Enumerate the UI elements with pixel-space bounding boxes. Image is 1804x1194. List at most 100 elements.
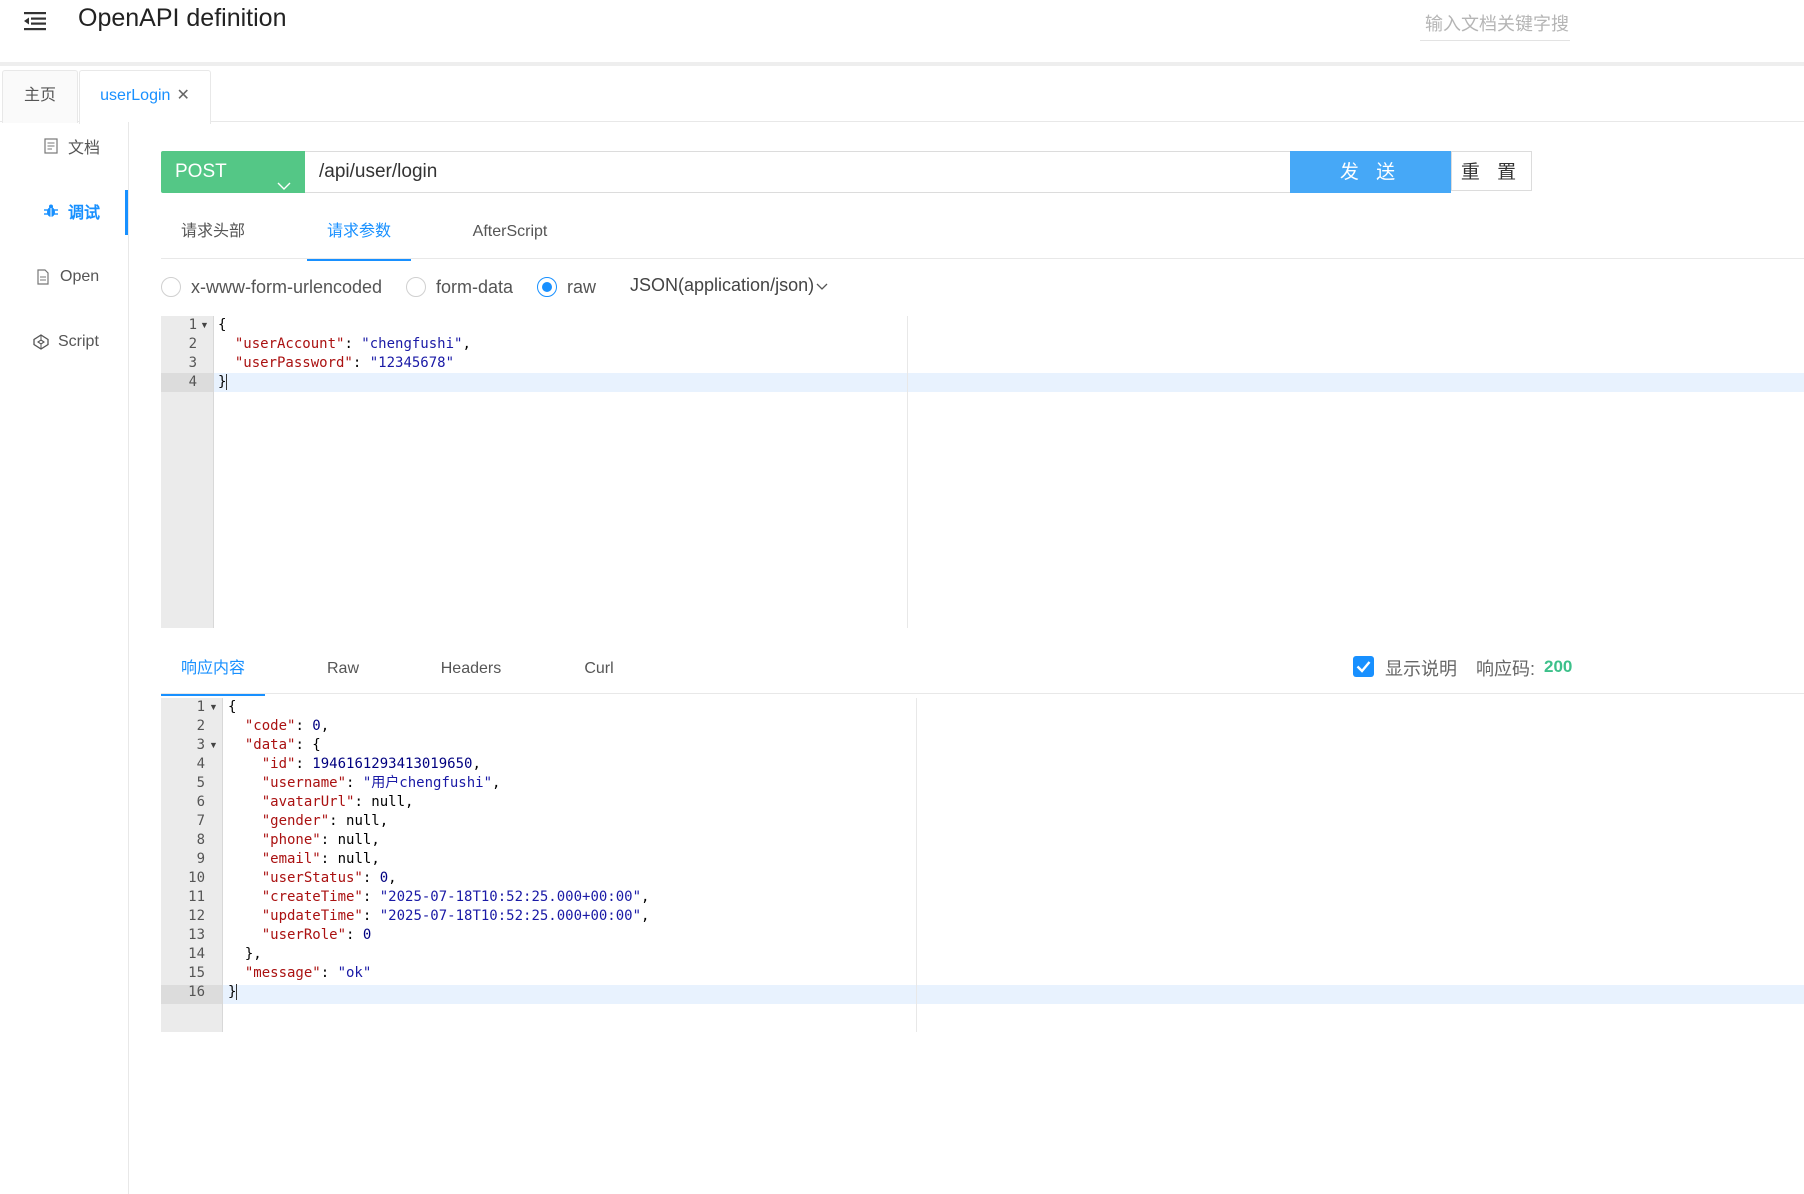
doc-search[interactable] — [1420, 6, 1577, 42]
radio-circle[interactable] — [161, 277, 181, 297]
tabs-divider — [161, 258, 1804, 259]
tab-label: userLogin — [100, 87, 171, 104]
response-body-editor[interactable]: 1 ▼ 2 3 ▼ 4 5 6 7 8 9 10 11 12 13 14 15 … — [161, 698, 1804, 1032]
radio-circle[interactable] — [537, 277, 557, 297]
method-label: POST — [175, 161, 227, 182]
sidebar-item-label: Script — [58, 333, 99, 350]
bug-icon — [42, 202, 60, 220]
search-input[interactable] — [1420, 6, 1577, 42]
line-number: 4 — [196, 756, 205, 772]
line-number: 2 — [196, 718, 205, 734]
code-area[interactable]: { "code": 0, "data": { "id": 19461612934… — [228, 698, 1804, 1032]
code-line: { — [228, 699, 237, 715]
line-number: 9 — [196, 851, 205, 867]
code-line: "gender": null, — [261, 813, 389, 829]
app-title: OpenAPI definition — [78, 4, 287, 32]
line-number: 16 — [188, 984, 205, 1000]
radio-label: raw — [567, 276, 597, 297]
sidebar-item-label: 文档 — [68, 140, 101, 157]
tab-request-params[interactable]: 请求参数 — [307, 218, 411, 261]
fold-arrow-icon[interactable]: ▼ — [200, 320, 209, 330]
send-button[interactable]: 发 送 — [1290, 151, 1451, 193]
sidebar-item-doc[interactable]: 文档 — [0, 126, 170, 166]
code-line: "createTime": "2025-07-18T10:52:25.000+0… — [261, 889, 650, 905]
codepen-icon — [32, 333, 50, 351]
radio-raw[interactable]: raw — [537, 275, 596, 299]
code-line: } — [218, 374, 228, 390]
line-number: 14 — [188, 946, 205, 962]
line-number: 8 — [196, 832, 205, 848]
tabs-divider — [161, 693, 1804, 694]
chevron-down-icon — [277, 165, 291, 207]
chevron-down-icon — [816, 275, 828, 296]
code-line: "userPassword": "12345678" — [234, 355, 455, 371]
line-number: 11 — [188, 889, 205, 905]
code-line: "email": null, — [261, 851, 380, 867]
line-number: 12 — [188, 908, 205, 924]
fold-arrow-icon[interactable]: ▼ — [209, 702, 218, 712]
tab-request-headers[interactable]: 请求头部 — [161, 218, 265, 258]
radio-urlencoded[interactable]: x-www-form-urlencoded — [161, 275, 382, 299]
tab-response-headers[interactable]: Headers — [430, 655, 512, 693]
method-select[interactable]: POST — [161, 151, 305, 193]
check-icon — [1356, 661, 1371, 673]
sidebar-item-debug[interactable]: 调试 — [0, 191, 170, 231]
tab-response-raw[interactable]: Raw — [310, 655, 376, 693]
url-field[interactable] — [305, 151, 1291, 193]
radio-label: form-data — [436, 276, 514, 297]
line-number: 15 — [188, 965, 205, 981]
code-line: "id": 1946161293413019650, — [261, 756, 481, 772]
active-nav-indicator — [125, 190, 128, 235]
line-number: 13 — [188, 927, 205, 943]
code-line: "userAccount": "chengfushi", — [234, 336, 471, 352]
radio-form-data[interactable]: form-data — [406, 275, 513, 299]
close-icon[interactable]: ✕ — [176, 87, 189, 104]
code-line: "message": "ok" — [244, 965, 372, 981]
status-code-label: 响应码: — [1476, 659, 1536, 679]
code-line: "data": { — [244, 737, 321, 753]
code-line: "userRole": 0 — [261, 927, 372, 943]
file-icon — [34, 268, 52, 286]
code-line: "avatarUrl": null, — [261, 794, 414, 810]
menu-fold-icon[interactable] — [22, 8, 48, 34]
line-number: 6 — [196, 794, 205, 810]
code-line: { — [218, 317, 227, 333]
line-number: 10 — [188, 870, 205, 886]
code-line: "phone": null, — [261, 832, 380, 848]
line-number: 3 — [188, 355, 197, 371]
reset-button[interactable]: 重 置 — [1451, 151, 1532, 191]
tab-afterscript[interactable]: AfterScript — [460, 218, 560, 258]
sidebar-item-open[interactable]: Open — [0, 257, 162, 297]
line-number: 1 — [196, 699, 205, 715]
code-line: "userStatus": 0, — [261, 870, 397, 886]
code-line: "username": "用户chengfushi", — [261, 775, 501, 791]
code-line: "code": 0, — [244, 718, 330, 734]
request-body-editor[interactable]: 1 ▼ 2 3 4 { "userAccount": "chengfushi",… — [161, 316, 1804, 628]
code-area[interactable]: { "userAccount": "chengfushi", "userPass… — [218, 316, 1804, 628]
sidebar-item-label: Open — [60, 268, 100, 285]
content-type-label: JSON(application/json) — [630, 275, 815, 295]
line-number: 5 — [196, 775, 205, 791]
line-number: 1 — [188, 317, 197, 333]
fold-arrow-icon[interactable]: ▼ — [209, 740, 218, 750]
line-number: 3 — [196, 737, 205, 753]
document-icon — [42, 137, 60, 155]
sidebar-item-script[interactable]: Script — [0, 322, 160, 362]
line-number: 4 — [188, 374, 197, 390]
radio-circle[interactable] — [406, 277, 426, 297]
code-line: }, — [244, 946, 262, 962]
tab-userlogin[interactable]: userLogin ✕ — [79, 70, 211, 124]
tabs-bar — [0, 66, 1804, 122]
tab-response-content[interactable]: 响应内容 — [161, 655, 265, 696]
show-desc-checkbox[interactable] — [1353, 656, 1374, 677]
sidebar-item-label: 调试 — [68, 205, 101, 222]
tab-response-curl[interactable]: Curl — [570, 655, 628, 693]
tab-home[interactable]: 主页 — [2, 70, 78, 123]
line-number: 7 — [196, 813, 205, 829]
code-line: "updateTime": "2025-07-18T10:52:25.000+0… — [261, 908, 650, 924]
url-input[interactable] — [305, 152, 1290, 192]
tab-label: 主页 — [23, 87, 56, 104]
status-code-value: 200 — [1544, 657, 1573, 676]
code-line: } — [228, 984, 238, 1000]
content-type-select[interactable]: JSON(application/json) — [630, 275, 828, 296]
